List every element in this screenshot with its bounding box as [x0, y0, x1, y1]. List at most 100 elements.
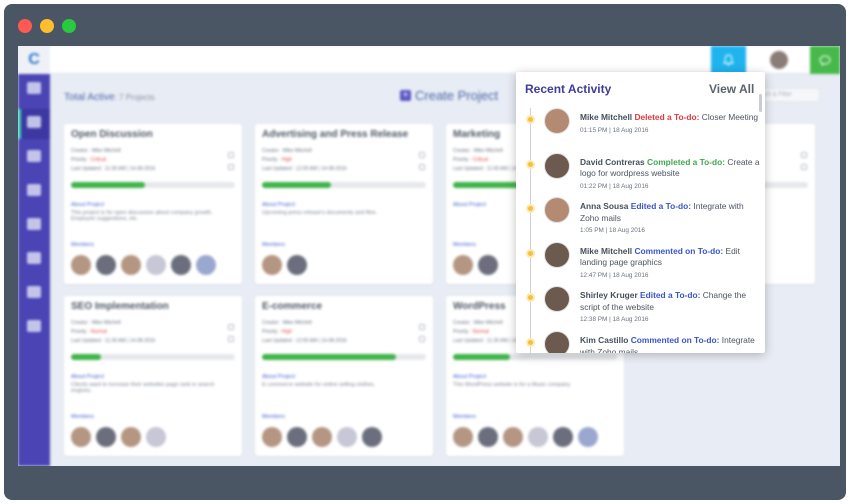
project-description: E-commerce website for online selling cl… — [262, 382, 376, 388]
notifications-button[interactable] — [711, 46, 746, 74]
share-icon[interactable] — [419, 164, 425, 170]
tasks-icon[interactable] — [27, 116, 41, 128]
creator-text: Creator : Mike Mitchell — [453, 148, 503, 154]
activity-user[interactable]: Shirley Kruger — [580, 290, 638, 300]
activity-text: Mike Mitchell Commented on To-do: Edit l… — [580, 246, 760, 282]
priority-value: High — [281, 157, 293, 163]
member-avatars — [453, 427, 598, 447]
timeline-dot — [526, 338, 535, 347]
member-avatar[interactable] — [578, 427, 598, 447]
member-avatar[interactable] — [287, 255, 307, 275]
activity-user[interactable]: David Contreras — [580, 157, 645, 167]
project-title[interactable]: Open Discussion — [71, 129, 153, 140]
member-avatar[interactable] — [478, 255, 498, 275]
shield-icon[interactable] — [27, 252, 41, 264]
activity-user[interactable]: Anna Sousa — [580, 201, 628, 211]
member-avatars — [71, 427, 166, 447]
project-card[interactable]: SEO Implementation Creator : Mike Mitchel… — [64, 296, 242, 456]
activity-item[interactable]: Anna Sousa Edited a To-do: Integrate wit… — [516, 197, 765, 241]
timeline-dot — [526, 248, 535, 258]
members-label: Members — [262, 242, 285, 248]
member-avatar[interactable] — [71, 255, 91, 275]
activity-item[interactable]: David Contreras Completed a To-do: Creat… — [516, 152, 765, 197]
home-icon[interactable] — [27, 82, 41, 94]
project-description: Upcoming press release's documents and f… — [262, 210, 378, 216]
activity-action: Completed a To-do: — [647, 156, 726, 167]
share-icon[interactable] — [228, 336, 234, 342]
project-description: Clients want to increase their websites … — [71, 382, 215, 394]
project-title[interactable]: Advertising and Press Release — [262, 129, 408, 140]
activity-time: 1:05 PM | 18 Aug 2016 — [580, 227, 645, 235]
window-frame: C Total Active: 7 Projects + Create Proj… — [4, 4, 846, 500]
minimize-window-button[interactable] — [40, 19, 54, 33]
project-card[interactable]: E-commerce Creator : Mike Mitchell Priorit… — [255, 296, 433, 456]
member-avatar[interactable] — [196, 255, 216, 275]
member-avatar[interactable] — [171, 255, 191, 275]
activity-text: Anna Sousa Edited a To-do: Integrate wit… — [580, 201, 760, 237]
activity-target[interactable]: Closer Meeting — [702, 112, 758, 122]
project-description: This project is for open discussion abou… — [71, 210, 213, 222]
share-icon[interactable] — [228, 164, 234, 170]
share-icon[interactable] — [27, 286, 41, 298]
edit-icon[interactable] — [228, 324, 234, 330]
view-all-link[interactable]: View All — [709, 82, 754, 96]
priority-value: Critical — [472, 157, 489, 163]
activity-time: 01:22 PM | 18 Aug 2016 — [580, 182, 649, 190]
project-count: : 7 Projects — [114, 93, 155, 102]
member-avatar[interactable] — [337, 427, 357, 447]
progress-bar — [262, 354, 426, 360]
share-icon[interactable] — [419, 336, 425, 342]
creator-text: Creator : Mike Mitchell — [71, 320, 121, 326]
user-avatar[interactable] — [770, 51, 788, 69]
member-avatar[interactable] — [287, 427, 307, 447]
project-title[interactable]: SEO Implementation — [71, 301, 169, 312]
app-logo[interactable]: C — [18, 46, 50, 74]
member-avatar[interactable] — [96, 255, 116, 275]
project-card[interactable]: Advertising and Press Release Creator : M… — [255, 124, 433, 284]
edit-icon[interactable] — [801, 152, 807, 158]
activity-user[interactable]: Kim Castillo — [580, 335, 628, 345]
edit-icon[interactable] — [419, 324, 425, 330]
member-avatar[interactable] — [553, 427, 573, 447]
priority-value: Normal — [90, 329, 107, 335]
member-avatar[interactable] — [528, 427, 548, 447]
member-avatar[interactable] — [453, 255, 473, 275]
share-icon[interactable] — [801, 164, 807, 170]
member-avatars — [262, 255, 307, 275]
member-avatar[interactable] — [146, 255, 166, 275]
edit-icon[interactable] — [228, 152, 234, 158]
project-title[interactable]: WordPress — [453, 301, 506, 312]
project-title[interactable]: Marketing — [453, 129, 500, 140]
card-icon[interactable] — [27, 320, 41, 332]
create-project-button[interactable]: + Create Project — [400, 88, 498, 103]
project-card[interactable]: Open Discussion Creator : Mike Mitchell Pr… — [64, 124, 242, 284]
activity-item[interactable]: Shirley Kruger Edited a To-do: Change th… — [516, 286, 765, 330]
maximize-window-button[interactable] — [62, 19, 76, 33]
member-avatar[interactable] — [503, 427, 523, 447]
bell-icon — [723, 54, 734, 66]
chat-button[interactable] — [810, 46, 840, 74]
activity-user[interactable]: Mike Mitchell — [580, 112, 632, 122]
cloud-icon[interactable] — [27, 184, 41, 196]
project-description: This WordPress website is for a Music co… — [453, 382, 572, 388]
edit-icon[interactable] — [419, 152, 425, 158]
member-avatar[interactable] — [262, 255, 282, 275]
activity-user[interactable]: Mike Mitchell — [580, 246, 632, 256]
member-avatar[interactable] — [312, 427, 332, 447]
member-avatar[interactable] — [121, 255, 141, 275]
calendar-icon[interactable] — [27, 150, 41, 162]
member-avatar[interactable] — [146, 427, 166, 447]
member-avatar[interactable] — [453, 427, 473, 447]
member-avatar[interactable] — [478, 427, 498, 447]
activity-item[interactable]: Kim Castillo Commented on To-do: Integra… — [516, 331, 765, 353]
project-title[interactable]: E-commerce — [262, 301, 322, 312]
activity-item[interactable]: Mike Mitchell Deleted a To-do: Closer Me… — [516, 108, 765, 152]
member-avatar[interactable] — [71, 427, 91, 447]
close-window-button[interactable] — [18, 19, 32, 33]
member-avatar[interactable] — [121, 427, 141, 447]
activity-item[interactable]: Mike Mitchell Commented on To-do: Edit l… — [516, 241, 765, 286]
docs-icon[interactable] — [27, 218, 41, 230]
member-avatar[interactable] — [362, 427, 382, 447]
member-avatar[interactable] — [96, 427, 116, 447]
member-avatar[interactable] — [262, 427, 282, 447]
